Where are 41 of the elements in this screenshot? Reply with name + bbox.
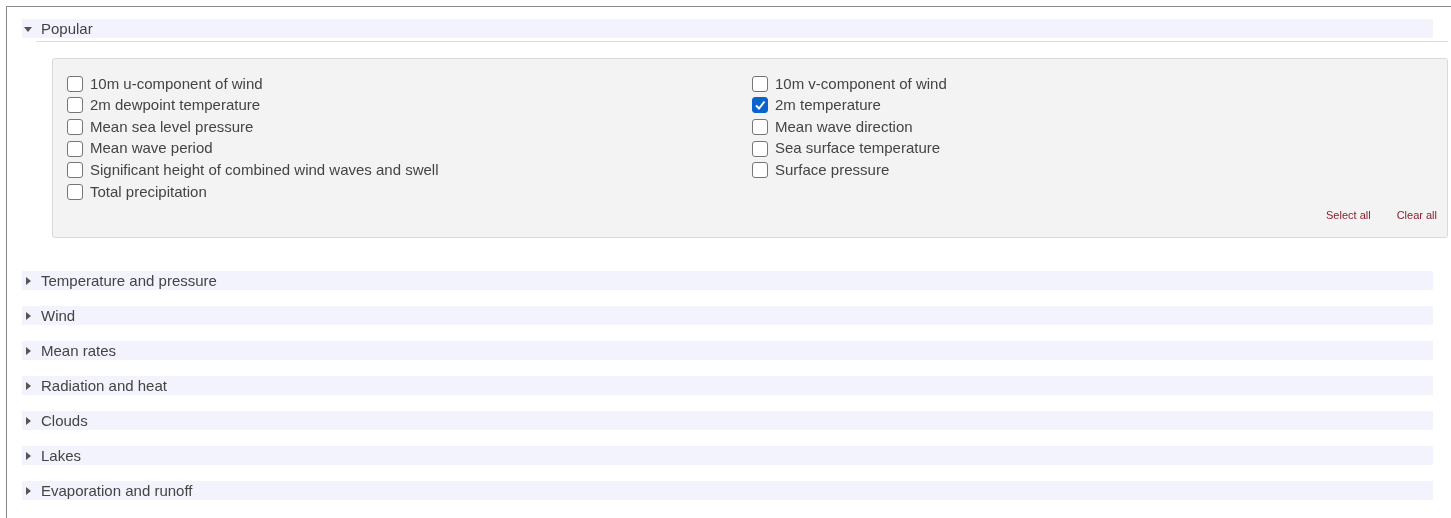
checkbox-label: Significant height of combined wind waves and swell xyxy=(90,159,439,180)
check-icon xyxy=(754,99,766,112)
checkbox[interactable] xyxy=(67,97,83,114)
checkbox-label: 10m u-component of wind xyxy=(90,73,263,94)
checkbox[interactable] xyxy=(752,119,768,135)
caret-icon xyxy=(24,416,32,425)
section-header[interactable]: Mean rates xyxy=(22,341,1433,360)
caret-icon xyxy=(24,381,32,390)
caret-icon xyxy=(24,24,32,33)
caret-icon xyxy=(24,451,32,460)
checkbox-label: 2m dewpoint temperature xyxy=(90,95,261,116)
checkbox-label: 10m v-component of wind xyxy=(775,73,947,94)
checkbox-label: Surface pressure xyxy=(775,159,890,180)
section-header[interactable]: Evaporation and runoff xyxy=(22,481,1433,500)
checkbox-label: 2m temperature xyxy=(775,95,881,116)
caret-icon xyxy=(24,486,32,495)
checkbox[interactable] xyxy=(752,140,768,157)
section-header[interactable]: Popular xyxy=(22,19,1433,38)
caret-icon xyxy=(24,346,32,355)
caret-icon xyxy=(24,276,32,285)
checkbox-label: Sea surface temperature xyxy=(775,138,941,159)
caret-icon xyxy=(24,311,32,320)
checkbox-label: Total precipitation xyxy=(90,181,207,202)
checkbox[interactable] xyxy=(67,162,83,179)
checkbox-label: Mean wave direction xyxy=(775,116,913,137)
action-link[interactable]: Select all xyxy=(1326,206,1371,223)
checkbox-label: Mean sea level pressure xyxy=(90,116,254,137)
action-link[interactable]: Clear all xyxy=(1396,206,1437,223)
checkbox[interactable] xyxy=(67,183,83,200)
section-header[interactable]: Wind xyxy=(22,306,1433,325)
checkbox[interactable] xyxy=(67,140,83,157)
checkbox[interactable] xyxy=(752,162,768,179)
section-header[interactable]: Temperature and pressure xyxy=(22,271,1433,290)
checkbox[interactable] xyxy=(67,75,83,92)
checkbox[interactable] xyxy=(752,97,768,114)
checkbox[interactable] xyxy=(752,75,768,92)
checkbox[interactable] xyxy=(67,119,83,135)
section-header[interactable]: Radiation and heat xyxy=(22,376,1433,395)
section-header[interactable]: Clouds xyxy=(22,411,1433,430)
checkbox-label: Mean wave period xyxy=(90,138,213,159)
section-header[interactable]: Lakes xyxy=(22,446,1433,465)
